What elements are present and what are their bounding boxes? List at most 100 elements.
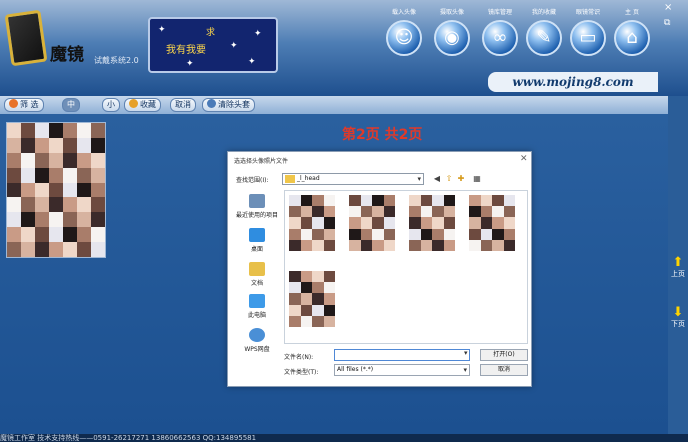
mosaic-cell — [372, 239, 384, 251]
mosaic-cell — [420, 206, 432, 218]
file-thumbnail[interactable] — [289, 195, 335, 251]
mosaic-cell — [443, 217, 455, 229]
place-desktop[interactable]: 桌面 — [232, 228, 282, 253]
file-thumbnail[interactable] — [289, 271, 335, 327]
mosaic-cell — [289, 282, 301, 294]
website-url: www.mojing8.com — [488, 72, 658, 92]
mosaic-cell — [21, 152, 35, 168]
toolbar: 筛 选 中 小 收藏 取消 清除头套 — [0, 96, 688, 114]
nav-label: 镜库管理 — [487, 9, 512, 16]
place-label: WPS网盘 — [244, 346, 270, 353]
size-small-button[interactable]: 小 — [102, 98, 120, 112]
new-folder-icon[interactable]: ✚ — [456, 174, 466, 184]
slogan-banner: ✦ ✦ ✦ ✦ ✦ 求 我有我要 — [148, 17, 278, 73]
chevron-down-icon[interactable]: ▾ — [464, 349, 468, 357]
star-icon: ✦ — [158, 25, 166, 35]
mosaic-cell — [91, 197, 105, 213]
file-thumbnail[interactable] — [469, 195, 515, 251]
page-indicator: 第2页 共2页 — [342, 127, 423, 143]
filename-label: 文件名(N): — [284, 354, 314, 361]
size-medium-button[interactable]: 中 — [62, 98, 80, 112]
restore-icon[interactable]: ⧉ — [664, 18, 670, 28]
mosaic-cell — [432, 206, 444, 218]
look-in-dropdown[interactable]: _l_head ▾ — [282, 173, 424, 185]
clear-head-button[interactable]: 清除头套 — [202, 98, 255, 112]
filetype-dropdown[interactable]: All files (*.*) ▾ — [334, 364, 470, 376]
mosaic-cell — [21, 197, 35, 213]
mosaic-cell — [312, 315, 324, 327]
mosaic-cell — [432, 217, 444, 229]
star-icon: ✦ — [254, 29, 262, 39]
nav-load-avatar-button[interactable]: 载入头像 ☺ — [380, 8, 428, 56]
mosaic-cell — [323, 271, 335, 283]
mosaic-cell — [63, 197, 77, 213]
mosaic-cell — [383, 206, 395, 218]
mosaic-cell — [372, 206, 384, 218]
place-recent[interactable]: 最近使用的项目 — [232, 194, 282, 219]
mosaic-cell — [503, 239, 515, 251]
place-label: 文档 — [250, 280, 263, 287]
recent-icon — [249, 194, 265, 208]
cancel-favorite-label: 取消 — [175, 100, 191, 109]
mosaic-cell — [289, 293, 301, 305]
view-menu-icon[interactable]: ▦ — [470, 174, 484, 184]
mosaic-cell — [77, 182, 91, 198]
close-icon[interactable]: × — [664, 2, 672, 13]
nav-my-favorites-button[interactable]: 我的收藏 ✎ — [520, 8, 568, 56]
mosaic-cell — [469, 195, 481, 207]
mosaic-cell — [35, 167, 49, 183]
chevron-down-icon: ▾ — [417, 175, 421, 183]
mosaic-cell — [503, 228, 515, 240]
star-icon: ✦ — [230, 41, 238, 51]
open-button[interactable]: 打开(O) — [480, 349, 528, 361]
mosaic-cell — [480, 206, 492, 218]
mosaic-cell — [300, 293, 312, 305]
mosaic-cell — [312, 217, 324, 229]
cancel-favorite-button[interactable]: 取消 — [170, 98, 196, 112]
mosaic-cell — [91, 167, 105, 183]
mosaic-cell — [349, 228, 361, 240]
nav-capture-avatar-button[interactable]: 摄取头像 ◉ — [428, 8, 476, 56]
nav-label: 眼镜常识 — [575, 9, 600, 16]
favorite-button[interactable]: 收藏 — [124, 98, 161, 112]
mosaic-cell — [469, 217, 481, 229]
mosaic-cell — [323, 239, 335, 251]
next-page-button[interactable]: ⬇ 下页 — [670, 306, 686, 329]
glasses-icon: ∞ — [482, 20, 518, 56]
prev-page-button[interactable]: ⬆ 上页 — [670, 256, 686, 279]
mosaic-cell — [77, 197, 91, 213]
mosaic-cell — [323, 315, 335, 327]
mosaic-cell — [323, 304, 335, 316]
mosaic-cell — [312, 195, 324, 207]
place-this-pc[interactable]: 此电脑 — [232, 294, 282, 319]
mosaic-cell — [91, 227, 105, 243]
nav-glasses-knowledge-button[interactable]: 眼镜常识 ▭ — [564, 8, 612, 56]
mosaic-cell — [349, 239, 361, 251]
mosaic-cell — [77, 152, 91, 168]
mosaic-cell — [480, 228, 492, 240]
up-folder-icon[interactable]: ⇧ — [444, 174, 454, 184]
mosaic-cell — [383, 228, 395, 240]
nav-frame-library-button[interactable]: 镜库管理 ∞ — [476, 8, 524, 56]
nav-home-button[interactable]: 主 页 ⌂ — [608, 8, 656, 56]
filename-input[interactable] — [334, 349, 470, 361]
mosaic-cell — [323, 217, 335, 229]
close-icon[interactable]: ✕ — [520, 154, 528, 164]
avatar-thumbnail[interactable] — [6, 122, 106, 258]
mosaic-cell — [349, 206, 361, 218]
place-wps-cloud[interactable]: WPS网盘 — [232, 328, 282, 353]
filter-button[interactable]: 筛 选 — [4, 98, 44, 112]
mosaic-cell — [21, 182, 35, 198]
mosaic-cell — [443, 195, 455, 207]
filter-icon — [9, 99, 18, 108]
file-thumbnail[interactable] — [349, 195, 395, 251]
back-icon[interactable]: ◀ — [432, 174, 442, 184]
mosaic-cell — [63, 182, 77, 198]
mosaic-cell — [409, 217, 421, 229]
cancel-button[interactable]: 取消 — [480, 364, 528, 376]
folder-icon: ✎ — [526, 20, 562, 56]
file-list[interactable] — [284, 190, 528, 344]
file-thumbnail[interactable] — [409, 195, 455, 251]
nav-label: 主 页 — [625, 9, 639, 16]
place-documents[interactable]: 文档 — [232, 262, 282, 287]
